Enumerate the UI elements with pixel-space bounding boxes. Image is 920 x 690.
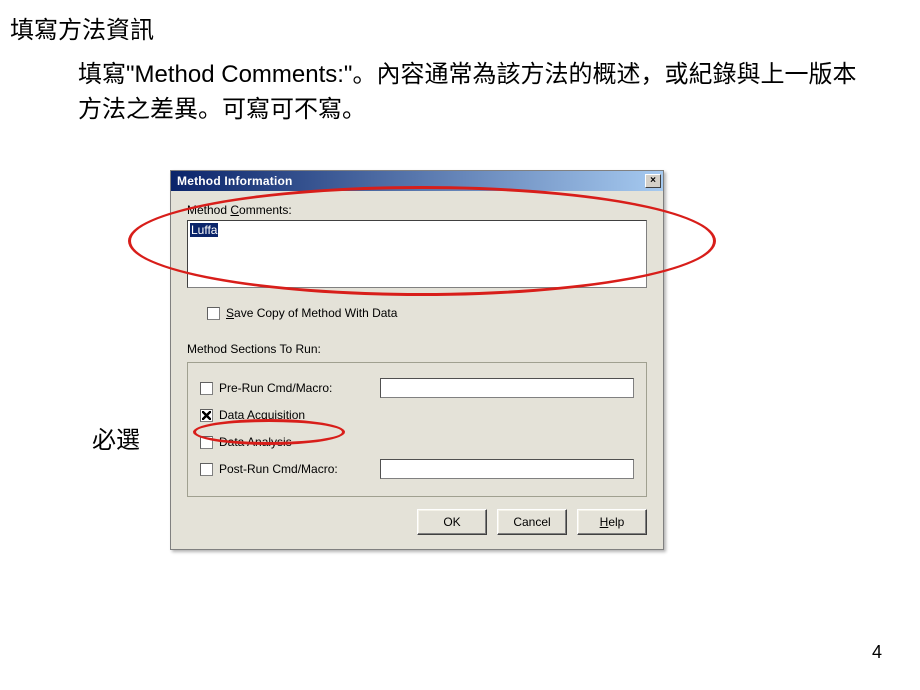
save-copy-checkbox-row[interactable]: Save Copy of Method With Data <box>207 306 647 320</box>
ok-button[interactable]: OK <box>417 509 487 535</box>
close-button[interactable]: × <box>645 174 661 188</box>
slide-body-text: 填寫"Method Comments:"。內容通常為該方法的概述，或紀錄與上一版… <box>78 58 860 128</box>
post-run-checkbox-row[interactable]: Post-Run Cmd/Macro: <box>200 462 380 476</box>
cancel-button[interactable]: Cancel <box>497 509 567 535</box>
method-sections-label: Method Sections To Run: <box>187 342 647 356</box>
method-comments-label: Method Comments: <box>187 203 647 217</box>
data-acquisition-row: Data Acquisition <box>200 403 634 427</box>
dialog-body: Method Comments: Luffa Save Copy of Meth… <box>171 191 663 549</box>
pre-run-checkbox-row[interactable]: Pre-Run Cmd/Macro: <box>200 381 380 395</box>
post-run-checkbox[interactable] <box>200 463 213 476</box>
dialog-title: Method Information <box>177 174 293 188</box>
data-acquisition-checkbox-row[interactable]: Data Acquisition <box>200 408 380 422</box>
help-button[interactable]: Help <box>577 509 647 535</box>
pre-run-row: Pre-Run Cmd/Macro: <box>200 376 634 400</box>
method-comments-value: Luffa <box>190 223 218 237</box>
data-acquisition-checkbox[interactable] <box>200 409 213 422</box>
post-run-row: Post-Run Cmd/Macro: <box>200 457 634 481</box>
data-analysis-checkbox[interactable] <box>200 436 213 449</box>
post-run-label: Post-Run Cmd/Macro: <box>219 462 338 476</box>
annotation-required: 必選 <box>92 420 140 455</box>
save-copy-checkbox[interactable] <box>207 307 220 320</box>
save-copy-label: Save Copy of Method With Data <box>226 306 397 320</box>
data-acquisition-label: Data Acquisition <box>219 408 305 422</box>
dialog-titlebar: Method Information × <box>171 171 663 191</box>
data-analysis-row: Data Analysis <box>200 430 634 454</box>
method-information-dialog: Method Information × Method Comments: Lu… <box>170 170 664 550</box>
slide-title: 填寫方法資訊 <box>10 10 154 45</box>
pre-run-label: Pre-Run Cmd/Macro: <box>219 381 332 395</box>
data-analysis-label: Data Analysis <box>219 435 292 449</box>
data-analysis-checkbox-row[interactable]: Data Analysis <box>200 435 380 449</box>
page-number: 4 <box>872 642 882 663</box>
pre-run-input[interactable] <box>380 378 634 398</box>
post-run-input[interactable] <box>380 459 634 479</box>
pre-run-checkbox[interactable] <box>200 382 213 395</box>
method-sections-group: Pre-Run Cmd/Macro: Data Acquisition Data… <box>187 362 647 497</box>
method-comments-textarea[interactable]: Luffa <box>187 220 647 288</box>
dialog-button-row: OK Cancel Help <box>187 509 647 535</box>
